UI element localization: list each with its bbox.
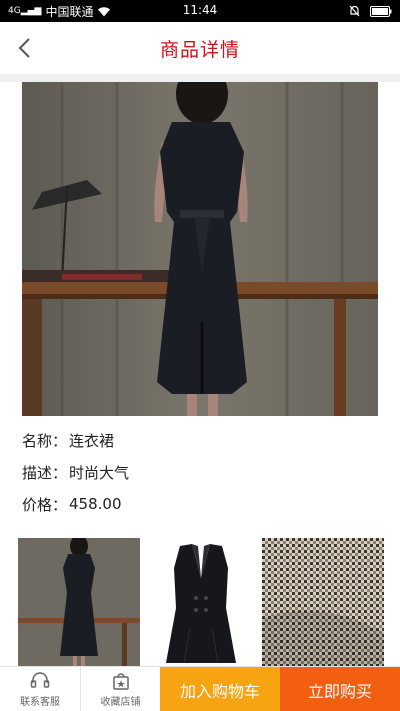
status-bar: 4G▂▄▆ 中国联通 11:44: [0, 0, 400, 22]
product-price-row: 价格： 458.00: [22, 488, 378, 520]
contact-service-label: 联系客服: [20, 696, 60, 708]
nav-bar: 商品详情: [0, 22, 400, 74]
product-name: 连衣裙: [69, 431, 115, 450]
product-main-image[interactable]: [22, 82, 378, 416]
headset-icon: [30, 671, 50, 688]
chevron-left-icon: [18, 38, 30, 58]
thumbnail-gallery: [18, 538, 384, 666]
product-info: 名称： 连衣裙 描述： 时尚大气 价格： 458.00: [22, 424, 378, 520]
thumbnail-3[interactable]: [262, 538, 384, 666]
favorite-shop-label: 收藏店铺: [100, 696, 141, 708]
page-title: 商品详情: [159, 38, 240, 61]
shopping-bag-star-icon: [112, 672, 129, 690]
product-desc-label: 描述：: [22, 463, 68, 482]
product-price: 458.00: [69, 495, 122, 513]
bottom-action-bar: 联系客服 收藏店铺 加入购物车 立即购买: [0, 666, 400, 711]
thumbnail-1[interactable]: [18, 538, 140, 666]
status-time: 11:44: [182, 3, 218, 17]
back-button[interactable]: [12, 34, 40, 62]
thumbnail-2[interactable]: [140, 538, 262, 666]
contact-service-button[interactable]: 联系客服: [0, 667, 80, 711]
product-price-label: 价格：: [22, 495, 68, 514]
product-desc: 时尚大气: [69, 463, 130, 482]
product-name-row: 名称： 连衣裙: [22, 424, 378, 456]
add-to-cart-button[interactable]: 加入购物车: [160, 667, 280, 711]
product-name-label: 名称：: [22, 431, 68, 450]
divider: [0, 74, 400, 82]
buy-now-button[interactable]: 立即购买: [280, 667, 400, 711]
favorite-shop-button[interactable]: 收藏店铺: [80, 667, 160, 711]
product-photo: [22, 82, 378, 416]
product-desc-row: 描述： 时尚大气: [22, 456, 378, 488]
